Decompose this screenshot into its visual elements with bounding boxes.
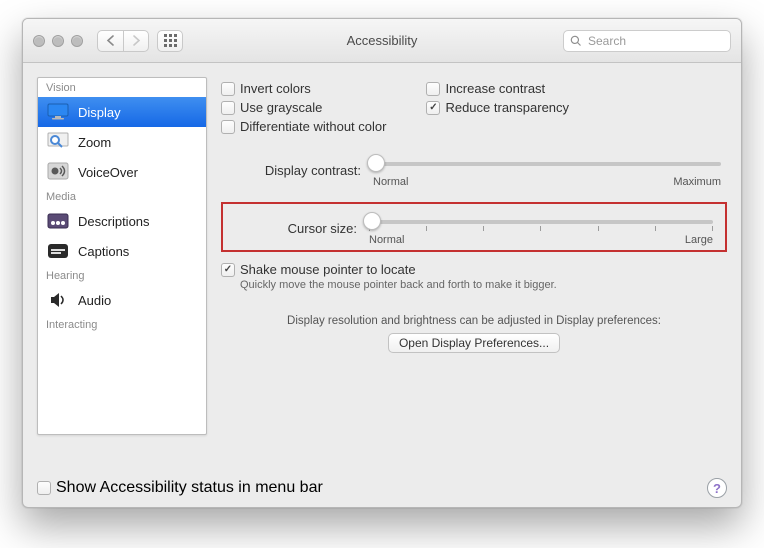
contrast-slider[interactable] xyxy=(367,152,727,176)
resolution-note: Display resolution and brightness can be… xyxy=(221,315,727,327)
cursor-size-highlight: Cursor size: Normal Large xyxy=(221,202,727,252)
captions-icon xyxy=(46,241,70,261)
search-input[interactable] xyxy=(586,33,724,49)
minimize-button[interactable] xyxy=(52,35,64,47)
sidebar-item-voiceover[interactable]: VoiceOver xyxy=(38,157,206,187)
sidebar-item-label: Audio xyxy=(78,293,111,308)
voiceover-icon xyxy=(46,162,70,182)
checkbox-label: Reduce transparency xyxy=(445,100,569,115)
menu-bar-status-checkbox[interactable]: Show Accessibility status in menu bar xyxy=(37,479,323,497)
window-controls xyxy=(33,35,83,47)
group-media: Media xyxy=(38,187,206,206)
checkbox-icon xyxy=(37,481,51,495)
sidebar-item-zoom[interactable]: Zoom xyxy=(38,127,206,157)
slider-track xyxy=(369,220,713,224)
invert-colors-checkbox[interactable]: Invert colors xyxy=(221,81,386,96)
checkbox-label: Invert colors xyxy=(240,81,311,96)
sidebar-item-audio[interactable]: Audio xyxy=(38,285,206,315)
nav-back-forward xyxy=(97,30,149,52)
sidebar-item-label: Descriptions xyxy=(78,214,150,229)
slider-track xyxy=(373,162,721,166)
checkbox-icon xyxy=(221,101,235,115)
preferences-window: Accessibility Vision Display Zoom xyxy=(22,18,742,508)
cursor-label: Cursor size: xyxy=(229,221,357,236)
increase-contrast-checkbox[interactable]: Increase contrast xyxy=(426,81,569,96)
titlebar: Accessibility xyxy=(23,19,741,63)
settings-pane: Invert colors Use grayscale Differentiat… xyxy=(221,77,727,465)
reduce-transparency-checkbox[interactable]: Reduce transparency xyxy=(426,100,569,115)
checkbox-label: Shake mouse pointer to locate xyxy=(240,262,416,277)
checkbox-label: Use grayscale xyxy=(240,100,322,115)
display-icon xyxy=(46,102,70,122)
show-all-button[interactable] xyxy=(157,30,183,52)
window-footer: Show Accessibility status in menu bar ? xyxy=(23,469,741,507)
zoom-icon xyxy=(46,132,70,152)
help-button[interactable]: ? xyxy=(707,478,727,498)
checkbox-icon xyxy=(221,82,235,96)
group-vision: Vision xyxy=(38,78,206,97)
grid-icon xyxy=(164,34,177,47)
sidebar-item-label: Captions xyxy=(78,244,129,259)
zoom-button[interactable] xyxy=(71,35,83,47)
slider-ticks xyxy=(369,226,713,232)
category-sidebar: Vision Display Zoom VoiceOver Media xyxy=(37,77,207,435)
slider-thumb[interactable] xyxy=(363,212,381,230)
sidebar-item-captions[interactable]: Captions xyxy=(38,236,206,266)
audio-icon xyxy=(46,290,70,310)
sidebar-item-label: Zoom xyxy=(78,135,111,150)
sidebar-item-label: Display xyxy=(78,105,121,120)
group-hearing: Hearing xyxy=(38,266,206,285)
shake-hint: Quickly move the mouse pointer back and … xyxy=(240,279,727,291)
contrast-max: Maximum xyxy=(673,176,721,188)
cursor-max: Large xyxy=(685,234,713,246)
contrast-min: Normal xyxy=(373,176,408,188)
close-button[interactable] xyxy=(33,35,45,47)
checkbox-label: Differentiate without color xyxy=(240,119,386,134)
sidebar-item-descriptions[interactable]: Descriptions xyxy=(38,206,206,236)
sidebar-item-display[interactable]: Display xyxy=(38,97,206,127)
differentiate-checkbox[interactable]: Differentiate without color xyxy=(221,119,386,134)
search-icon xyxy=(570,35,582,47)
search-field[interactable] xyxy=(563,30,731,52)
slider-thumb[interactable] xyxy=(367,154,385,172)
forward-button[interactable] xyxy=(123,30,149,52)
checkbox-label: Show Accessibility status in menu bar xyxy=(56,479,323,497)
open-display-preferences-button[interactable]: Open Display Preferences... xyxy=(388,333,560,353)
cursor-slider[interactable] xyxy=(363,210,719,234)
checkbox-icon xyxy=(426,101,440,115)
window-body: Vision Display Zoom VoiceOver Media xyxy=(23,63,741,469)
shake-pointer-checkbox[interactable]: Shake mouse pointer to locate xyxy=(221,262,727,277)
back-button[interactable] xyxy=(97,30,123,52)
checkbox-icon xyxy=(221,263,235,277)
checkbox-icon xyxy=(221,120,235,134)
cursor-min: Normal xyxy=(369,234,404,246)
sidebar-item-label: VoiceOver xyxy=(78,165,138,180)
group-interacting: Interacting xyxy=(38,315,206,334)
checkbox-label: Increase contrast xyxy=(445,81,545,96)
descriptions-icon xyxy=(46,211,70,231)
use-grayscale-checkbox[interactable]: Use grayscale xyxy=(221,100,386,115)
checkbox-icon xyxy=(426,82,440,96)
contrast-label: Display contrast: xyxy=(221,163,361,178)
